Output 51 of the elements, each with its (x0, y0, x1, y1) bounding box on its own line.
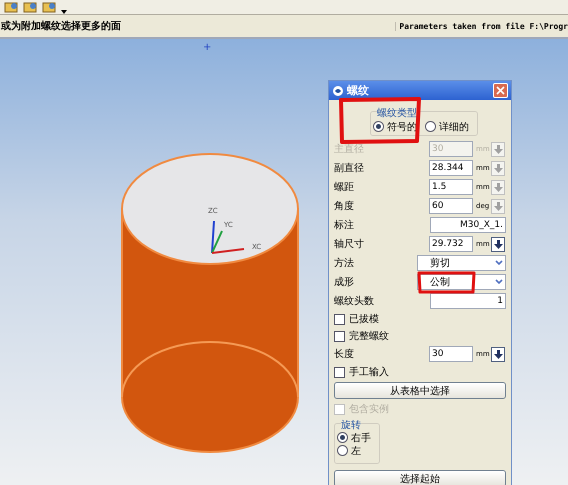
checkbox[interactable]: 完整螺纹 (334, 328, 506, 344)
input-field[interactable]: 29.732 (429, 236, 473, 252)
field-label: 方法 (334, 256, 355, 270)
group-label: 螺纹类型 (377, 106, 417, 120)
cursor-mark: + (203, 43, 212, 53)
toolbar-icon[interactable] (4, 1, 20, 14)
close-icon (496, 86, 505, 95)
input-field[interactable]: 1.5 (429, 179, 473, 195)
down-arrow-icon (494, 144, 502, 154)
group-label: 旋转 (341, 418, 361, 432)
dropdown[interactable]: 剪切 (416, 255, 506, 271)
field-label: 副直径 (334, 162, 365, 175)
input-field[interactable]: 28.344 (429, 160, 473, 176)
input-field[interactable]: M30_X_1. (430, 217, 506, 233)
checkbox[interactable]: 手工输入 (334, 364, 506, 380)
input-field[interactable]: 60 (429, 198, 473, 214)
dialog-title: 螺纹 (347, 83, 370, 98)
checkbox[interactable]: 已拔模 (334, 311, 506, 327)
close-button[interactable] (493, 83, 508, 98)
radio-option[interactable]: 详细的 (425, 119, 469, 134)
field-label: 轴尺寸 (334, 238, 365, 251)
action-button[interactable]: 从表格中选择 (334, 382, 506, 399)
input-field[interactable]: 1 (430, 293, 506, 309)
arrow-button[interactable] (491, 236, 505, 252)
toolbar-icon[interactable] (42, 1, 58, 14)
dropdown[interactable]: 公制 (416, 274, 506, 290)
radio-option[interactable]: 左 (337, 444, 377, 457)
field-label: 长度 (334, 348, 355, 361)
status-prompt: 或为附加螺纹选择更多的面 (0, 20, 121, 33)
radio-option[interactable]: 右手 (337, 431, 377, 444)
field-label: 标注 (334, 218, 355, 232)
chevron-icon (495, 279, 503, 285)
field-label: 螺纹头数 (334, 294, 375, 308)
field-label: 主直径 (334, 142, 365, 156)
down-arrow-icon (494, 240, 502, 248)
down-arrow-icon (494, 350, 502, 358)
radio-option[interactable]: 符号的 (373, 119, 417, 134)
down-arrow-icon (494, 182, 502, 192)
input-field[interactable]: 30 (429, 346, 473, 362)
field-label: 螺距 (334, 180, 355, 194)
thread-icon (332, 84, 344, 96)
down-arrow-icon (494, 164, 502, 172)
action-button[interactable]: 选择起始 (334, 470, 506, 485)
arrow-button[interactable] (491, 346, 505, 362)
field-label: 角度 (334, 200, 355, 213)
down-arrow-icon (494, 202, 502, 210)
annotation-mark (417, 271, 477, 295)
field-label: 成形 (334, 276, 355, 289)
toolbar-icon[interactable] (23, 1, 39, 14)
status-message: Parameters taken from file F:\Progr (395, 22, 568, 30)
chevron-icon (495, 260, 503, 266)
